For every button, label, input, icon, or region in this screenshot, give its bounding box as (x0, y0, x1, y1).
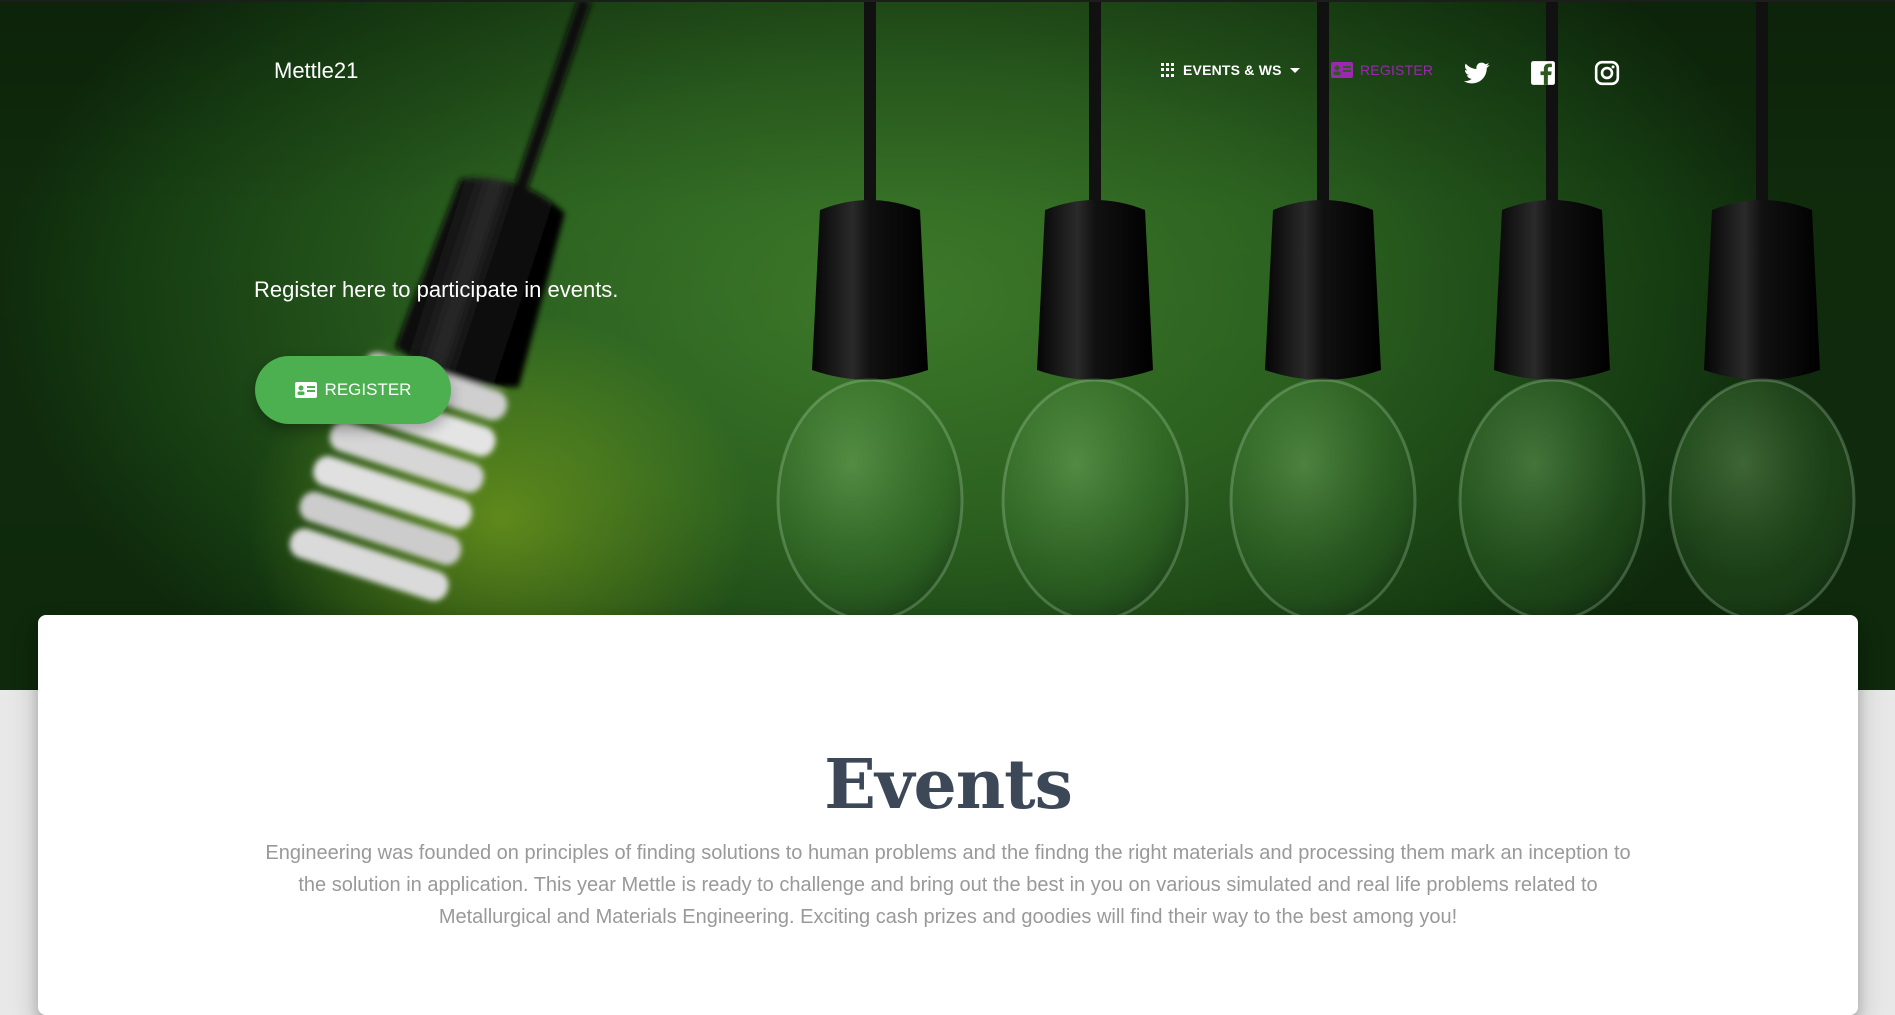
hero-tagline: Register here to participate in events. (254, 277, 619, 302)
caret-down-icon (1289, 67, 1300, 73)
facebook-icon[interactable] (1530, 60, 1556, 86)
section-description: Engineering was founded on principles of… (265, 842, 1631, 928)
register-nav-label: REGISTER (1360, 62, 1434, 78)
navbar: Mettle21 EVENTS & WS REGISTER (0, 0, 1895, 145)
apps-grid-icon (1161, 62, 1176, 78)
register-nav-link[interactable]: REGISTER (1331, 62, 1433, 78)
instagram-icon[interactable] (1594, 60, 1620, 86)
twitter-icon[interactable] (1464, 60, 1490, 86)
hero-section: Mettle21 EVENTS & WS REGISTER Register h… (0, 0, 1895, 690)
id-card-icon (1331, 62, 1353, 78)
hero-register-button[interactable]: REGISTER (255, 356, 451, 424)
events-dropdown-label: EVENTS & WS (1183, 62, 1282, 78)
brand-logo[interactable]: Mettle21 (274, 58, 358, 84)
section-title: Events (824, 745, 1073, 825)
hero-register-label: REGISTER (324, 380, 412, 399)
id-card-icon (294, 382, 317, 398)
events-dropdown[interactable]: EVENTS & WS (1161, 62, 1300, 78)
events-section-card: Events Engineering was founded on princi… (38, 615, 1858, 1015)
